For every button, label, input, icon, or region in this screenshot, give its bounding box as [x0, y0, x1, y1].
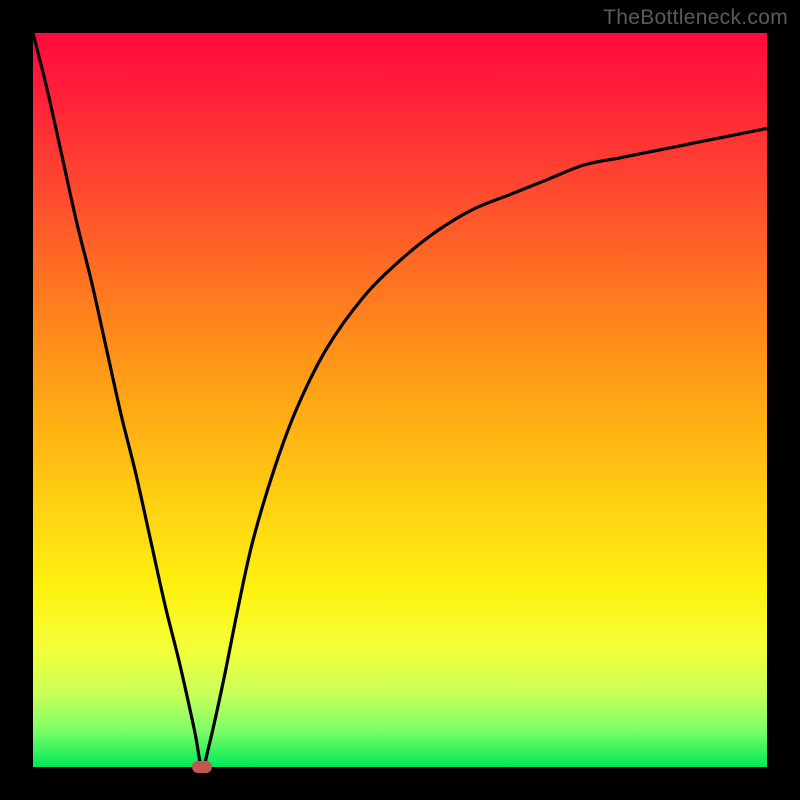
- bottleneck-curve: [33, 33, 767, 767]
- watermark-text: TheBottleneck.com: [603, 6, 788, 30]
- min-marker: [192, 761, 212, 773]
- curve-svg: [33, 33, 767, 767]
- plot-area: [33, 33, 767, 767]
- chart-frame: TheBottleneck.com: [0, 0, 800, 800]
